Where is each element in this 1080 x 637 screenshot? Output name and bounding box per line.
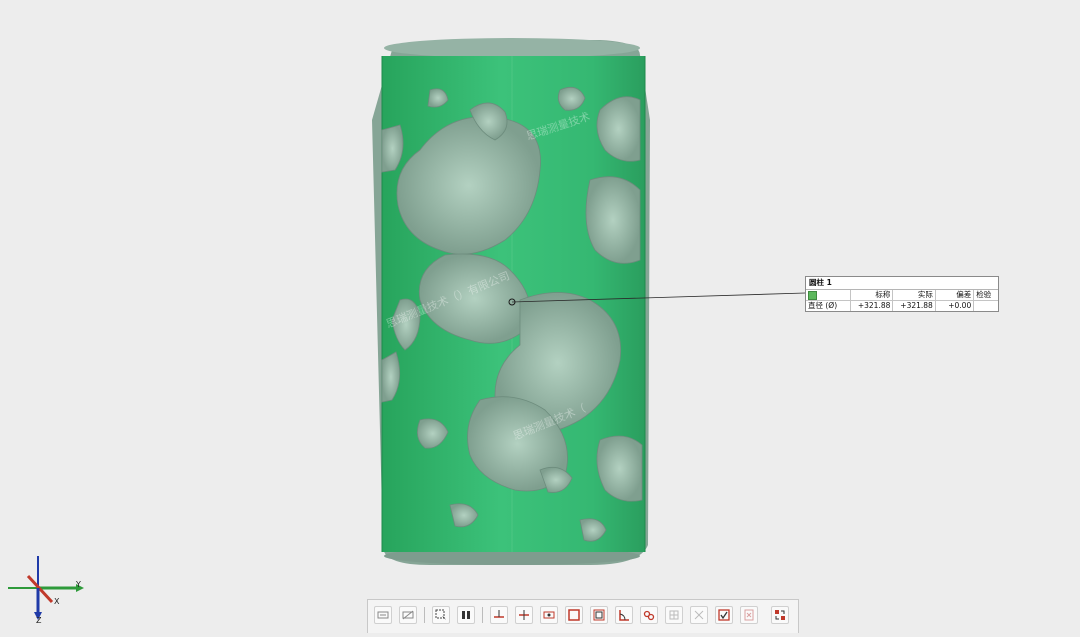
check-value: [974, 301, 998, 312]
label-icon[interactable]: [374, 606, 392, 624]
annotation-data-row: 直径 (Ø) +321.88 +321.88 +0.00: [806, 300, 998, 312]
toolbar-separator: [482, 607, 483, 623]
frame-icon[interactable]: [565, 606, 583, 624]
select-region-icon[interactable]: [432, 606, 450, 624]
cut-plane-icon[interactable]: [490, 606, 508, 624]
header-nominal: 标称: [850, 290, 894, 301]
section-view-icon[interactable]: [540, 606, 558, 624]
deviation-value: +0.00: [935, 300, 975, 311]
model-canvas[interactable]: 思瑞测量技术 思瑞测量技术（）有限公司 思瑞测量技术（: [0, 0, 1080, 633]
3d-viewport[interactable]: 思瑞测量技术 思瑞测量技术（）有限公司 思瑞测量技术（: [0, 0, 1080, 633]
z-axis-label: Z: [36, 616, 42, 625]
x-axis-label: X: [54, 597, 60, 606]
cross-icon[interactable]: [690, 606, 708, 624]
toolbar-separator: [424, 607, 425, 623]
check-box-icon[interactable]: [715, 606, 733, 624]
annotation-table: 标称 实际 偏差 检验 直径 (Ø) +321.88 +321.88 +0.00: [806, 290, 998, 311]
actual-value: +321.88: [892, 300, 936, 311]
annotation-header-row: 标称 实际 偏差 检验: [806, 290, 998, 301]
report-icon[interactable]: [771, 606, 789, 624]
annotation-title: 圆柱 1: [806, 277, 998, 290]
status-cell: [806, 290, 851, 301]
angle-icon[interactable]: [615, 606, 633, 624]
delete-icon[interactable]: [740, 606, 758, 624]
pass-status-icon: [808, 290, 817, 300]
grid-icon[interactable]: [665, 606, 683, 624]
frame-inner-icon[interactable]: [590, 606, 608, 624]
header-deviation: 偏差: [935, 290, 975, 301]
bottom-toolbar: [367, 599, 799, 633]
link-icon[interactable]: [640, 606, 658, 624]
hide-label-icon[interactable]: [399, 606, 417, 624]
nominal-value: +321.88: [850, 300, 894, 311]
header-actual: 实际: [892, 290, 936, 301]
split-plane-icon[interactable]: [515, 606, 533, 624]
axis-triad-graphic: [8, 556, 84, 620]
align-icon[interactable]: [457, 606, 475, 624]
header-check: 检验: [973, 290, 998, 301]
row-label: 直径 (Ø): [806, 300, 851, 311]
cylinder-annotation[interactable]: 圆柱 1 标称 实际 偏差 检验 直径 (Ø) +321.88 +321.88 …: [805, 276, 999, 312]
axis-triad[interactable]: Y X Z: [0, 548, 90, 633]
y-axis-label: Y: [76, 580, 81, 589]
